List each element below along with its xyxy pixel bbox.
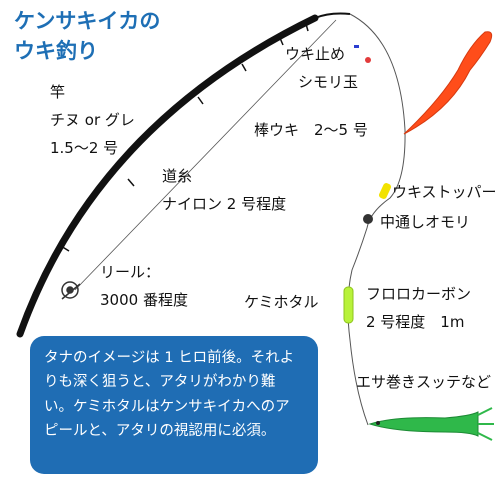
- reel-spec-label: 3000 番程度: [100, 291, 188, 309]
- rod-type-label: チヌ or グレ: [50, 111, 135, 129]
- squid-lure-icon: [368, 407, 494, 441]
- main-line-spec-label: ナイロン 2 号程度: [162, 195, 287, 213]
- uki-stop-label: ウキ止め: [285, 45, 346, 63]
- title-line-1: ケンサキイカの: [14, 9, 161, 33]
- main-line-label: 道糸: [162, 167, 193, 185]
- title-line-2: ウキ釣り: [14, 39, 98, 64]
- tip-note: タナのイメージは 1 ヒロ前後。それよりも深く狙うと、アタリがわかり難い。ケミホ…: [30, 336, 318, 474]
- diagram-title: ケンサキイカの ウキ釣り: [14, 6, 160, 67]
- uki-stop-icon: [354, 45, 359, 48]
- rod-label: 竿: [50, 83, 66, 101]
- sinker-icon: [363, 214, 373, 224]
- simori-bead-icon: [365, 57, 371, 63]
- reel-label: リール：: [100, 263, 161, 281]
- leader-label: フロロカーボン: [366, 285, 472, 303]
- leader-spec-label: 2 号程度 1m: [366, 313, 465, 331]
- glow-stick-icon: [343, 286, 354, 324]
- sinker-label: 中通しオモリ: [380, 213, 471, 231]
- glow-stick-label: ケミホタル: [244, 293, 319, 311]
- float-stopper-label: ウキストッパー: [392, 183, 497, 201]
- rod-tip: [314, 12, 351, 19]
- float-icon: [403, 31, 493, 135]
- fishing-rig-diagram: ケンサキイカの ウキ釣り 竿 チヌ or グレ 1.5〜2 号 道糸 ナイロン …: [0, 0, 500, 500]
- rod-size-label: 1.5〜2 号: [50, 139, 119, 157]
- reel-icon: [61, 281, 81, 300]
- bait-label: エサ巻きスッテなど: [356, 373, 492, 391]
- float-stopper-icon: [378, 183, 392, 199]
- simori-label: シモリ玉: [298, 73, 359, 91]
- float-label: 棒ウキ 2〜5 号: [254, 121, 368, 139]
